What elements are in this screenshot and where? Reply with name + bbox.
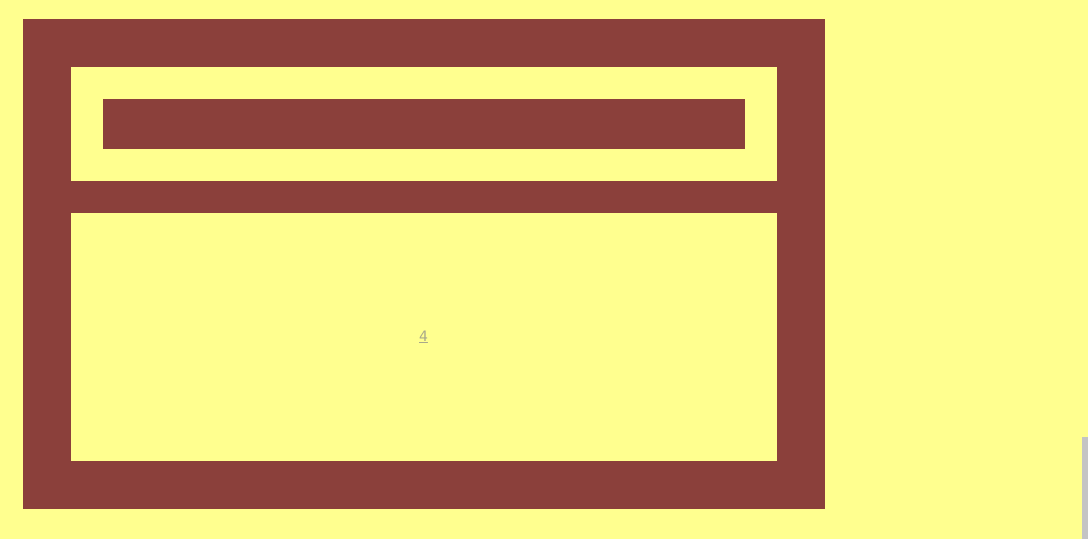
top-panel [71,67,777,181]
header-bar [103,99,745,149]
page-number-link[interactable]: 4 [419,329,428,345]
outer-frame: 4 [23,19,825,509]
scrollbar-thumb[interactable] [1082,437,1088,539]
vertical-scrollbar[interactable] [1082,0,1088,539]
content-panel: 4 [71,213,777,461]
